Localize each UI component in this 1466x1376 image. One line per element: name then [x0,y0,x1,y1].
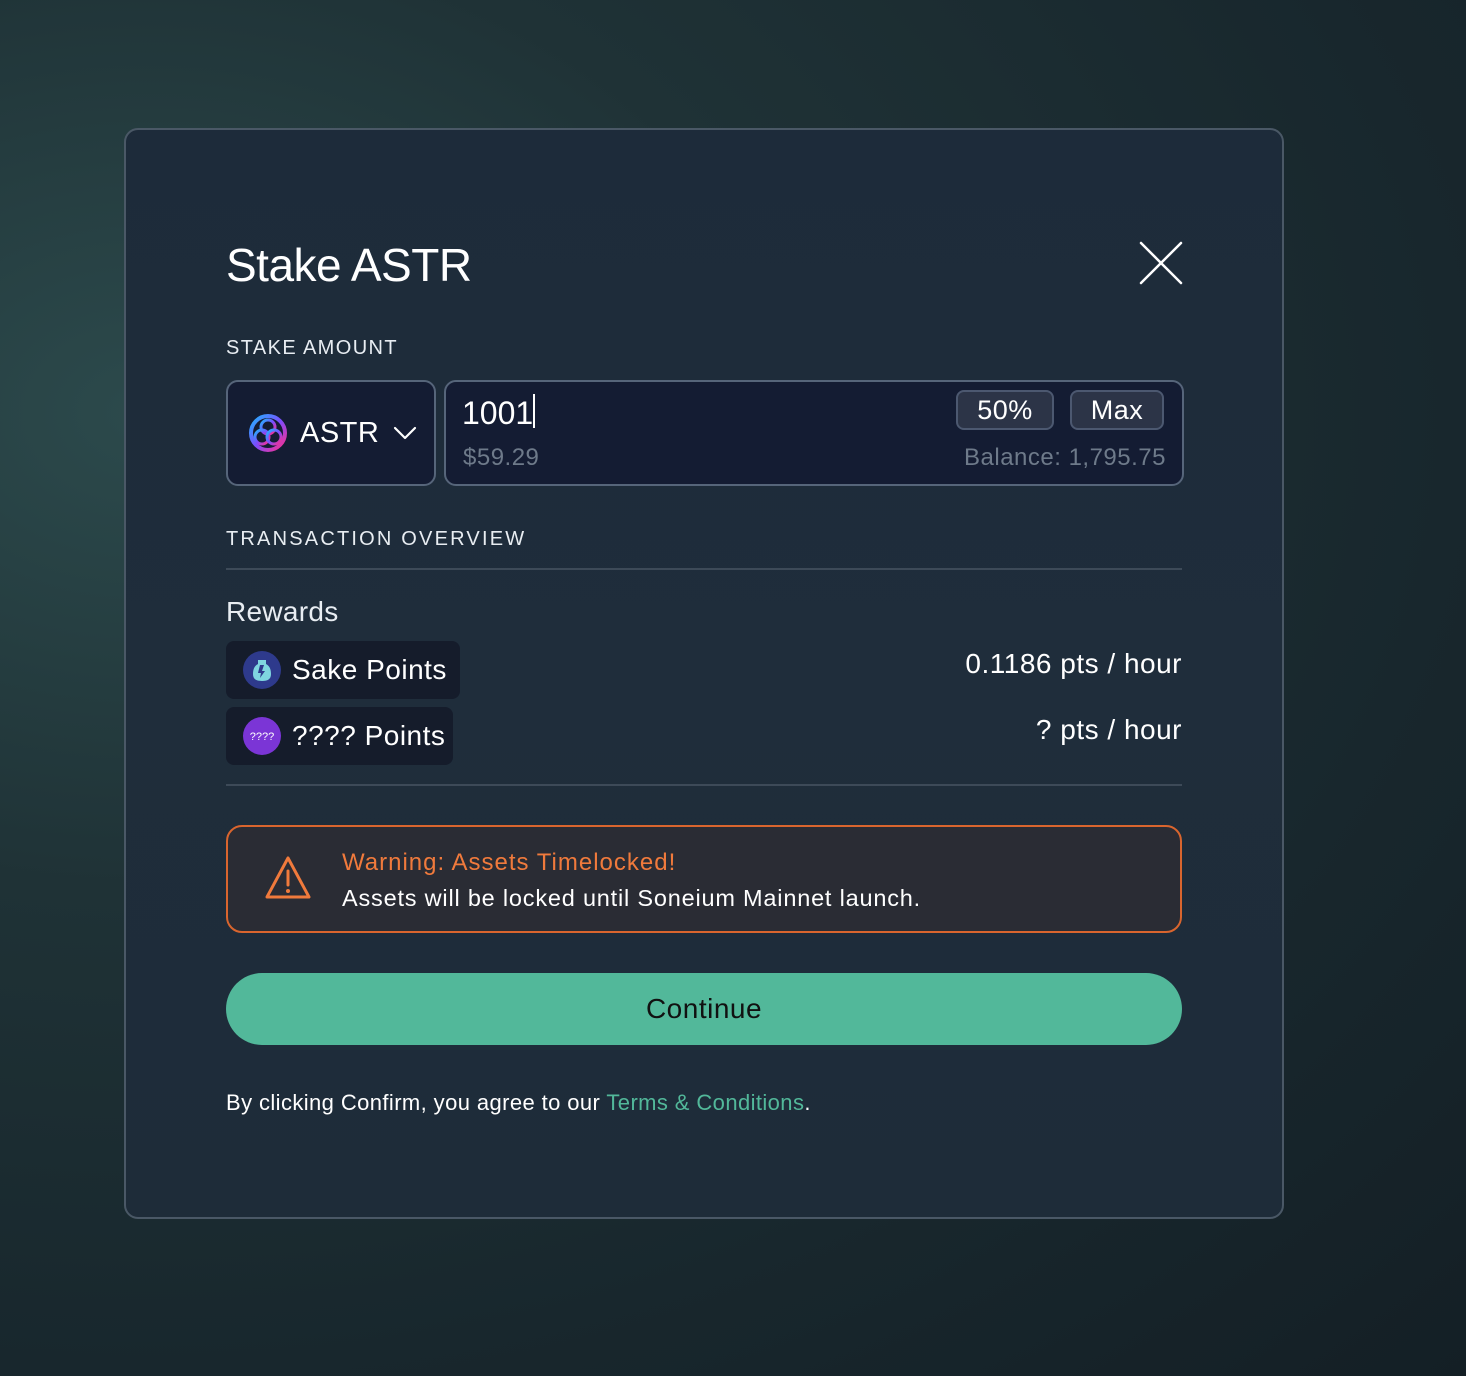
half-button[interactable]: 50% [956,390,1054,430]
token-selector[interactable]: ASTR [226,380,436,486]
terms-text: By clicking Confirm, you agree to our Te… [226,1090,811,1116]
warning-text: Assets will be locked until Soneium Main… [342,885,921,911]
terms-link[interactable]: Terms & Conditions [606,1090,804,1115]
chevron-down-icon [394,426,417,440]
reward-rate: 0.1186 pts / hour [965,648,1182,679]
mystery-points-icon: ???? [243,717,281,755]
rewards-label: Rewards [226,596,339,627]
amount-field: $59.29 50% Max Balance: 1,795.75 [444,380,1184,486]
terms-suffix: . [804,1090,811,1115]
text-caret [533,394,535,428]
reward-chip-mystery: ???? ???? Points [226,707,453,765]
warning-triangle-icon [265,856,311,899]
svg-text:????: ???? [250,731,274,743]
sake-icon [243,651,281,689]
modal-title: Stake ASTR [226,239,472,291]
balance-text: Balance: 1,795.75 [964,444,1166,471]
reward-rate: ? pts / hour [1035,714,1182,745]
close-icon[interactable] [1138,240,1184,286]
astr-token-icon [249,414,287,452]
transaction-overview-label: TRANSACTION OVERVIEW [226,528,527,550]
reward-chip-sake: Sake Points [226,641,460,699]
divider [226,568,1182,570]
timelock-warning: Warning: Assets Timelocked! Assets will … [226,825,1182,933]
stake-amount-label: STAKE AMOUNT [226,337,399,359]
max-button[interactable]: Max [1070,390,1164,430]
continue-button[interactable]: Continue [226,973,1182,1045]
usd-value: $59.29 [463,444,540,471]
terms-prefix: By clicking Confirm, you agree to our [226,1090,607,1115]
divider [226,784,1182,786]
warning-title: Warning: Assets Timelocked! [342,849,677,876]
reward-name: ???? Points [292,720,446,751]
token-symbol: ASTR [300,416,380,449]
stake-modal: Stake ASTR STAKE AMOUNT ASTR $5 [124,128,1284,1219]
reward-name: Sake Points [292,654,447,685]
